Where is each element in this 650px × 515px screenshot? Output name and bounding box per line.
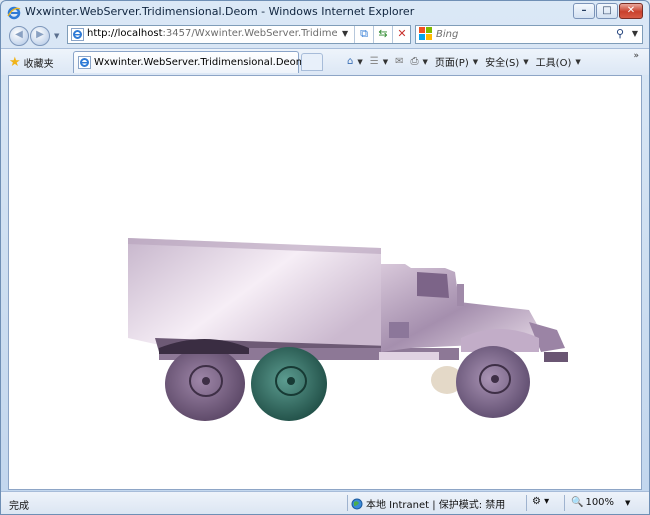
zoom-level: 100% <box>585 497 615 508</box>
address-host: http://localhost <box>87 28 163 39</box>
home-icon: ⌂ <box>347 56 354 67</box>
browser-window: Wxwinter.WebServer.Tridimensional.Deom -… <box>0 0 650 515</box>
status-text: 完成 <box>9 501 29 512</box>
forward-button[interactable]: ▶ <box>30 26 50 46</box>
page-content <box>8 75 642 490</box>
page-icon <box>71 28 84 41</box>
back-button[interactable]: ◀ <box>9 26 29 46</box>
caption-buttons: – □ ✕ <box>573 3 643 19</box>
forward-arrow-icon: ▶ <box>36 29 44 40</box>
minimize-button[interactable]: – <box>573 3 595 19</box>
truck-model <box>128 238 568 421</box>
home-button[interactable]: ⌂ ▼ <box>347 56 363 67</box>
security-zone[interactable]: 本地 Intranet | 保护模式: 禁用 <box>351 496 505 511</box>
address-actions: ⧉ ⇆ ✕ <box>354 26 411 43</box>
recent-pages-dropdown[interactable]: ▼ <box>54 32 59 40</box>
favorites-label: 收藏夹 <box>23 59 54 70</box>
truck-3d-render <box>128 238 568 421</box>
search-placeholder: Bing <box>436 29 459 40</box>
rss-feed-icon: ☰ <box>369 56 379 67</box>
more-tools-chevron-icon[interactable]: » <box>633 51 639 61</box>
address-path: :3457/Wxwinter.WebServer.Tridimensiona <box>162 28 337 39</box>
chevron-down-icon: ▼ <box>422 57 428 66</box>
search-box[interactable]: Bing ⚲ ▼ <box>415 25 643 44</box>
stop-icon[interactable]: ✕ <box>392 26 411 43</box>
status-divider <box>347 495 348 511</box>
window-title: Wxwinter.WebServer.Tridimensional.Deom -… <box>25 5 415 18</box>
compatibility-view-icon[interactable]: ⧉ <box>354 26 373 43</box>
chevron-down-icon: ▼ <box>472 57 479 66</box>
command-bar: ★ 收藏夹 Wxwinter.WebServer.Tridimensional.… <box>1 48 649 75</box>
safety-menu-label: 安全(S) <box>485 58 520 69</box>
new-tab-button[interactable] <box>301 53 323 71</box>
close-icon: ✕ <box>626 5 636 16</box>
command-tools: ⌂ ▼ ☰ ▼ ✉ ⎙ ▼ 页面(P) ▼ 安全(S) ▼ 工具(O) ▼ <box>347 54 588 69</box>
search-icon[interactable]: ⚲ <box>616 27 624 40</box>
page-menu-label: 页面(P) <box>434 58 469 69</box>
zone-label: 本地 Intranet | 保护模式: 禁用 <box>366 500 506 511</box>
navigation-bar: ◀ ▶ ▼ http://localhost:3457/Wxwinter.Web… <box>1 23 649 47</box>
title-bar: Wxwinter.WebServer.Tridimensional.Deom -… <box>1 1 649 23</box>
read-mail-button[interactable]: ✉ <box>395 56 403 67</box>
safety-menu[interactable]: 安全(S) ▼ <box>485 54 529 70</box>
page-menu[interactable]: 页面(P) ▼ <box>434 54 479 70</box>
zoom-control[interactable]: 🔍 100% ▼ <box>571 497 630 508</box>
address-dropdown-icon[interactable]: ▼ <box>342 29 348 38</box>
chevron-down-icon: ▼ <box>357 57 363 66</box>
tab-current-page[interactable]: Wxwinter.WebServer.Tridimensional.Deom <box>73 51 306 73</box>
status-divider <box>564 495 565 511</box>
tools-menu-label: 工具(O) <box>535 58 572 69</box>
ie-logo-icon <box>7 6 21 20</box>
chevron-down-icon: ▼ <box>575 57 581 66</box>
chevron-down-icon: ▼ <box>523 57 529 66</box>
refresh-icon[interactable]: ⇆ <box>373 26 392 43</box>
print-button[interactable]: ⎙ ▼ <box>411 56 428 67</box>
printer-icon: ⎙ <box>410 56 419 67</box>
tab-title: Wxwinter.WebServer.Tridimensional.Deom <box>94 57 306 68</box>
favorites-button[interactable]: ★ 收藏夹 <box>9 55 54 70</box>
maximize-icon: □ <box>602 5 612 16</box>
bing-logo-icon <box>419 27 432 40</box>
intranet-globe-icon <box>351 498 363 509</box>
maximize-button[interactable]: □ <box>596 3 618 19</box>
zoom-magnifier-icon: 🔍 <box>571 497 584 508</box>
status-bar: 完成 本地 Intranet | 保护模式: 禁用 ⚙ ▾ 🔍 100% ▼ <box>1 491 649 514</box>
address-url[interactable]: http://localhost:3457/Wxwinter.WebServer… <box>87 28 337 39</box>
status-divider <box>526 495 527 511</box>
chevron-down-icon: ▼ <box>625 498 631 507</box>
minimize-icon: – <box>581 5 587 16</box>
tools-menu[interactable]: 工具(O) ▼ <box>535 54 581 70</box>
chevron-down-icon: ▼ <box>382 57 389 66</box>
favorites-star-icon: ★ <box>9 55 21 70</box>
address-bar[interactable]: http://localhost:3457/Wxwinter.WebServer… <box>67 25 411 44</box>
tab-page-icon <box>78 56 91 69</box>
mail-icon: ✉ <box>395 56 404 67</box>
search-dropdown-icon[interactable]: ▼ <box>632 29 638 38</box>
back-arrow-icon: ◀ <box>15 29 23 40</box>
close-button[interactable]: ✕ <box>619 3 643 19</box>
feeds-button[interactable]: ☰ ▼ <box>370 56 388 67</box>
popup-blocker-icon[interactable]: ⚙ ▾ <box>532 496 549 507</box>
